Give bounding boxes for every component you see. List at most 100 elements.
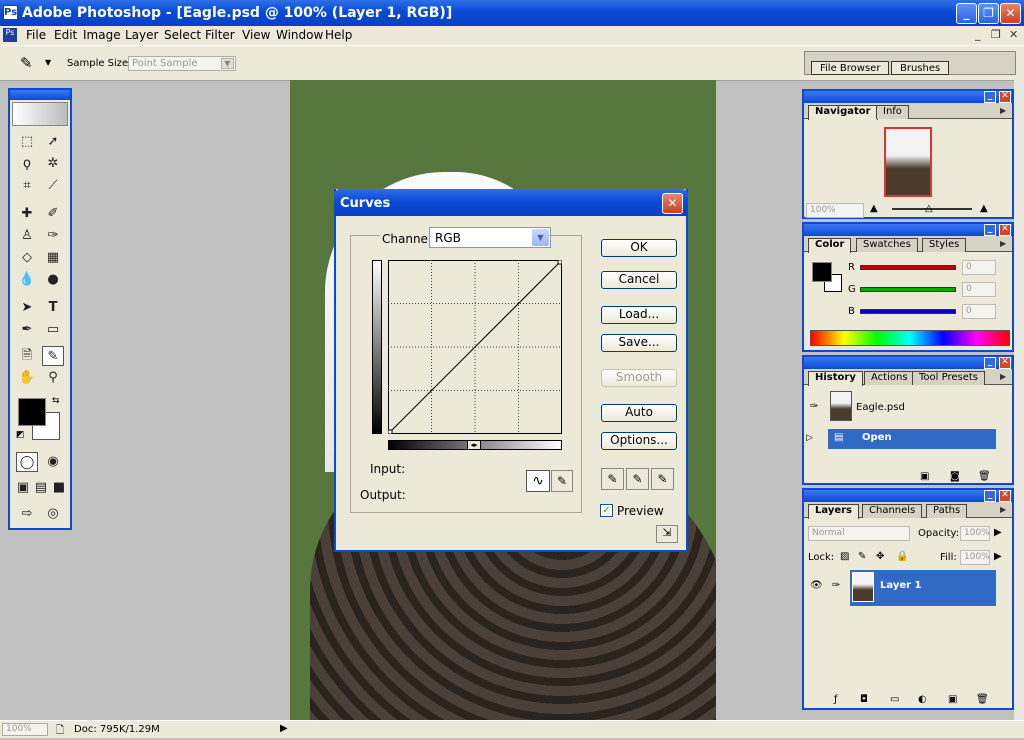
- dodge-icon[interactable]: ●: [42, 270, 64, 290]
- red-slider[interactable]: [860, 265, 956, 270]
- curves-title-bar[interactable]: Curves: [334, 189, 688, 216]
- menu-window[interactable]: Window: [276, 28, 323, 42]
- lock-position-icon[interactable]: ✥: [876, 551, 884, 562]
- red-value[interactable]: 0: [962, 260, 996, 275]
- panel-menu-icon[interactable]: ▶: [1000, 372, 1010, 382]
- snapshot-name[interactable]: Eagle.psd: [856, 402, 905, 413]
- magic-wand-icon[interactable]: ✲: [42, 154, 64, 174]
- preview-checkbox[interactable]: ✓: [600, 504, 613, 517]
- lock-transparency-icon[interactable]: ▨: [840, 551, 849, 562]
- cancel-button[interactable]: Cancel: [601, 271, 677, 289]
- color-ramp[interactable]: [810, 330, 1010, 346]
- lasso-icon[interactable]: ϙ: [16, 154, 38, 174]
- lock-image-icon[interactable]: ✎: [858, 551, 866, 562]
- tab-paths[interactable]: Paths: [926, 504, 968, 518]
- eye-icon[interactable]: 👁: [810, 580, 823, 591]
- minimize-button[interactable]: _: [956, 3, 977, 24]
- tab-file-browser[interactable]: File Browser: [811, 61, 890, 75]
- color-panel-header[interactable]: _ ✕: [804, 224, 1012, 236]
- menu-edit[interactable]: Edit: [54, 28, 77, 42]
- menu-select[interactable]: Select: [164, 28, 201, 42]
- history-panel-header[interactable]: _ ✕: [804, 357, 1012, 369]
- status-zoom-field[interactable]: 100%: [2, 723, 48, 736]
- new-document-from-state-icon[interactable]: ▣: [920, 471, 929, 482]
- green-slider[interactable]: [860, 287, 956, 292]
- document-info-icon[interactable]: 🗋: [56, 723, 64, 740]
- tab-navigator[interactable]: Navigator: [808, 105, 878, 120]
- tab-layers[interactable]: Layers: [808, 504, 859, 519]
- quick-mask-icon[interactable]: ◉: [42, 452, 64, 472]
- minimize-icon[interactable]: _: [984, 490, 996, 502]
- tab-history[interactable]: History: [808, 371, 863, 386]
- opacity-arrow-icon[interactable]: ▶: [994, 527, 1002, 538]
- load-button[interactable]: Load...: [601, 306, 677, 324]
- zoom-out-icon[interactable]: ▲: [870, 203, 878, 214]
- snapshot-thumbnail[interactable]: [830, 391, 852, 421]
- close-icon[interactable]: ✕: [999, 490, 1011, 502]
- pencil-tool-icon[interactable]: ✎: [551, 470, 573, 492]
- zoom-slider-handle-icon[interactable]: △: [925, 203, 933, 214]
- navigator-panel-header[interactable]: _ ✕: [804, 91, 1012, 103]
- close-icon[interactable]: ✕: [999, 224, 1011, 236]
- minimize-icon[interactable]: _: [984, 91, 996, 103]
- options-button[interactable]: Options...: [601, 432, 677, 450]
- blue-slider[interactable]: [860, 309, 956, 314]
- stamp-icon[interactable]: ♙: [16, 226, 38, 246]
- new-set-icon[interactable]: ▭: [890, 694, 899, 705]
- history-state-row[interactable]: ▤ Open: [828, 429, 996, 449]
- color-fg-swatch[interactable]: [812, 262, 832, 282]
- minimize-icon[interactable]: _: [984, 224, 996, 236]
- tab-styles[interactable]: Styles: [922, 238, 967, 252]
- eyedropper-icon[interactable]: ✎: [20, 54, 33, 72]
- history-brush-icon[interactable]: ✑: [42, 226, 64, 246]
- smooth-button[interactable]: Smooth: [601, 369, 677, 387]
- standard-mode-icon[interactable]: ◯: [16, 452, 38, 472]
- adobe-feather-logo[interactable]: [12, 102, 68, 126]
- sample-size-select[interactable]: Point Sample ▼: [128, 56, 236, 71]
- fill-field[interactable]: 100%: [960, 550, 990, 565]
- tab-actions[interactable]: Actions: [864, 371, 915, 385]
- shape-icon[interactable]: ▭: [42, 320, 64, 340]
- brush-link-icon[interactable]: ✑: [832, 580, 840, 591]
- close-button[interactable]: ✕: [1000, 3, 1021, 24]
- minimize-icon[interactable]: _: [984, 357, 996, 369]
- adjustment-layer-icon[interactable]: ◐: [918, 694, 927, 705]
- panel-menu-icon[interactable]: ▶: [1000, 505, 1010, 515]
- imageready-icon[interactable]: ◎: [42, 504, 64, 524]
- tab-swatches[interactable]: Swatches: [856, 238, 918, 252]
- navigator-thumbnail[interactable]: [884, 127, 932, 197]
- jump-to-imageready-icon[interactable]: ⇨: [16, 504, 38, 524]
- new-layer-icon[interactable]: ▣: [948, 694, 957, 705]
- black-point-eyedropper-icon[interactable]: ✎: [601, 468, 624, 490]
- vertical-scrollbar[interactable]: [1014, 80, 1024, 720]
- foreground-color-swatch[interactable]: [18, 398, 46, 426]
- restore-button[interactable]: ❐: [978, 3, 999, 24]
- tab-channels[interactable]: Channels: [862, 504, 923, 518]
- layers-panel-header[interactable]: _ ✕: [804, 490, 1012, 502]
- menu-help[interactable]: Help: [325, 28, 352, 42]
- panel-menu-icon[interactable]: ▶: [1000, 239, 1010, 249]
- notes-icon[interactable]: 🗎: [16, 346, 38, 366]
- curve-tool-icon[interactable]: ∿: [526, 470, 550, 492]
- white-point-eyedropper-icon[interactable]: ✎: [651, 468, 674, 490]
- curve-graph[interactable]: [388, 260, 562, 434]
- blue-value[interactable]: 0: [962, 304, 996, 319]
- trash-icon[interactable]: 🗑: [978, 471, 991, 482]
- status-menu-arrow-icon[interactable]: ▶: [280, 723, 288, 734]
- eraser-icon[interactable]: ◇: [16, 248, 38, 268]
- doc-minimize-button[interactable]: _: [975, 28, 981, 41]
- lock-all-icon[interactable]: 🔒: [896, 551, 908, 562]
- panel-menu-icon[interactable]: ▶: [1000, 106, 1010, 116]
- layer-row[interactable]: Layer 1: [850, 570, 996, 606]
- menu-view[interactable]: View: [242, 28, 270, 42]
- toolbox-header[interactable]: [10, 90, 70, 100]
- default-colors-icon[interactable]: ◩: [16, 430, 25, 440]
- crop-icon[interactable]: ⌗: [16, 176, 38, 196]
- doc-close-button[interactable]: ✕: [1009, 28, 1018, 41]
- auto-button[interactable]: Auto: [601, 404, 677, 422]
- expand-dialog-icon[interactable]: ⇲: [656, 525, 678, 543]
- curves-close-button[interactable]: ✕: [662, 193, 683, 214]
- doc-restore-button[interactable]: ❐: [991, 28, 1001, 41]
- new-snapshot-icon[interactable]: ◙: [950, 471, 960, 482]
- menu-image[interactable]: Image: [83, 28, 121, 42]
